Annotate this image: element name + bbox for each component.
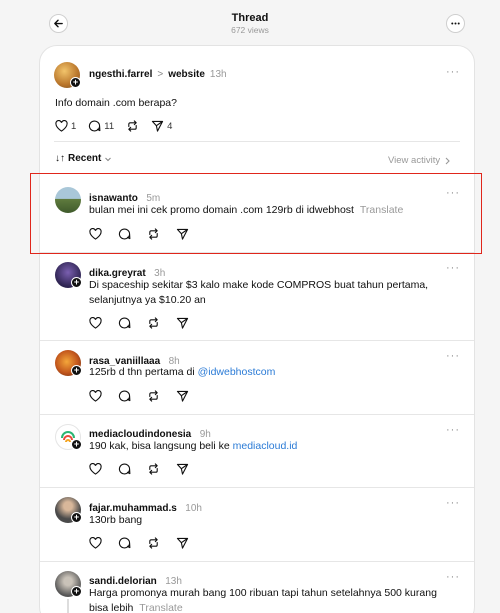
share-count: 4: [167, 120, 173, 132]
reply-button[interactable]: [118, 390, 131, 402]
follow-plus-icon[interactable]: +: [71, 365, 82, 376]
chevron-down-icon: [105, 157, 112, 161]
post-actions: 1 11 4: [55, 120, 184, 132]
sort-label: Recent: [68, 153, 102, 164]
reply-button[interactable]: [118, 463, 131, 475]
reply-actions: [89, 537, 201, 549]
sort-arrows-icon: ↓↑: [55, 153, 65, 164]
view-count: 672 views: [231, 25, 269, 35]
post-text: Info domain .com berapa?: [55, 97, 177, 109]
ellipsis-icon: [451, 22, 460, 25]
translate-link[interactable]: Translate: [139, 602, 182, 613]
divider: [54, 141, 460, 142]
share-button[interactable]: [176, 463, 189, 475]
chevron-right-icon: >: [157, 69, 164, 80]
heart-icon: [55, 120, 68, 132]
reply-more-icon[interactable]: ···: [446, 262, 460, 274]
comment-icon: [118, 463, 131, 475]
heart-icon: [89, 537, 102, 549]
chevron-right-icon: [445, 157, 450, 164]
reply-more-icon[interactable]: ···: [446, 424, 460, 436]
top-bar: Thread 672 views: [0, 0, 500, 44]
repost-icon: [149, 390, 158, 402]
thread-card: + ngesthi.farrel > website 13h ··· Info …: [39, 45, 475, 613]
repost-icon: [149, 463, 158, 475]
view-activity-label: View activity: [388, 155, 441, 166]
like-count: 1: [71, 120, 77, 132]
share-button[interactable]: 4: [151, 120, 172, 132]
follow-plus-icon[interactable]: +: [71, 439, 82, 450]
divider: [40, 561, 474, 562]
follow-plus-icon[interactable]: +: [71, 277, 82, 288]
send-icon: [176, 537, 189, 549]
highlight-box: [30, 173, 482, 254]
repost-button[interactable]: [147, 537, 160, 549]
external-link[interactable]: mediacloud.id: [233, 440, 298, 452]
reply-more-icon[interactable]: ···: [446, 571, 460, 583]
send-icon: [152, 120, 164, 132]
share-button[interactable]: [176, 390, 189, 402]
post-more-icon[interactable]: ···: [446, 66, 460, 78]
reply-text: 125rb d thn pertama di: [89, 366, 198, 378]
mention-link[interactable]: @idwebhostcom: [198, 366, 276, 378]
repost-button[interactable]: [147, 390, 160, 402]
page-title: Thread: [231, 12, 269, 24]
send-icon: [176, 463, 189, 475]
reply-more-icon[interactable]: ···: [446, 350, 460, 362]
repost-icon: [149, 537, 158, 549]
reply-button[interactable]: [118, 317, 131, 329]
send-icon: [176, 390, 189, 402]
like-button[interactable]: [89, 317, 102, 329]
heart-icon: [89, 390, 102, 402]
share-button[interactable]: [176, 537, 189, 549]
repost-button[interactable]: [126, 120, 139, 132]
comment-icon: [118, 317, 131, 329]
reply-text: Di spaceship sekitar $3 kalo make kode C…: [89, 279, 429, 306]
view-activity-link[interactable]: View activity: [388, 155, 451, 166]
repost-button[interactable]: [147, 463, 160, 475]
comment-icon: [118, 390, 131, 402]
repost-button[interactable]: [147, 317, 160, 329]
divider: [40, 487, 474, 488]
reply-time: 10h: [185, 503, 202, 514]
post-topic-tag[interactable]: website: [168, 69, 205, 80]
comment-icon: [118, 537, 131, 549]
repost-icon: [149, 317, 158, 329]
follow-plus-icon[interactable]: +: [71, 586, 82, 597]
comment-icon: [89, 120, 101, 132]
more-options-button[interactable]: [446, 14, 465, 33]
reply-actions: [89, 463, 201, 475]
post-username[interactable]: ngesthi.farrel: [89, 69, 152, 80]
share-button[interactable]: [176, 317, 189, 329]
like-button[interactable]: [89, 463, 102, 475]
like-button[interactable]: [89, 390, 102, 402]
thread-header: Thread 672 views: [0, 12, 500, 36]
like-button[interactable]: [89, 537, 102, 549]
reply-text: 190 kak, bisa langsung beli ke: [89, 440, 233, 452]
reply-count: 11: [104, 120, 115, 132]
repost-icon: [128, 120, 137, 132]
reply-button[interactable]: [118, 537, 131, 549]
reply-actions: [89, 317, 201, 329]
like-button[interactable]: 1: [55, 120, 76, 132]
reply-button[interactable]: 11: [88, 120, 114, 132]
send-icon: [176, 317, 189, 329]
heart-icon: [89, 317, 102, 329]
reply-more-icon[interactable]: ···: [446, 497, 460, 509]
divider: [40, 414, 474, 415]
thread-line: [67, 599, 69, 613]
reply-text: 130rb bang: [89, 514, 143, 526]
heart-icon: [89, 463, 102, 475]
post-time: 13h: [209, 69, 227, 80]
sort-dropdown[interactable]: ↓↑ Recent: [55, 153, 112, 164]
follow-plus-icon[interactable]: +: [70, 77, 81, 88]
reply-actions: [89, 390, 201, 402]
follow-plus-icon[interactable]: +: [71, 512, 82, 523]
divider: [40, 340, 474, 341]
